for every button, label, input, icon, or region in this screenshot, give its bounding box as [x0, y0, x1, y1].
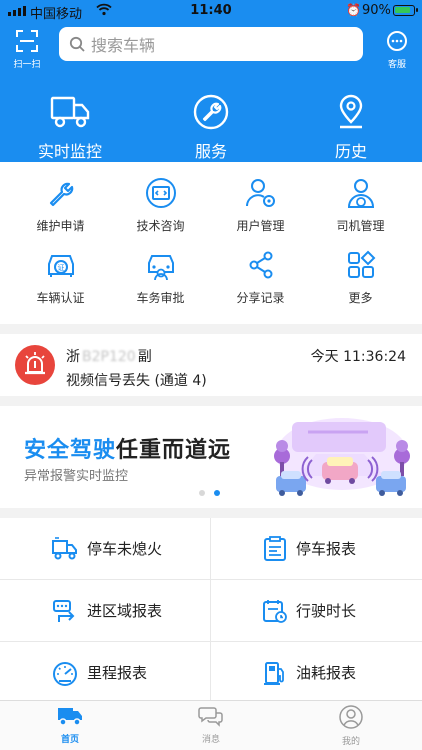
- truck-idle-icon: [52, 536, 77, 559]
- report-label: 油耗报表: [296, 664, 357, 682]
- grid-label: 车辆认证: [36, 291, 85, 305]
- banner-title-rest: 任重而道远: [116, 438, 232, 463]
- grid-item-driver-management[interactable]: 司机管理: [308, 176, 413, 234]
- report-list: 停车未熄火 停车报表 进区域报表 行驶时长 里程报表 油耗报表: [0, 518, 422, 702]
- more-apps-icon: [347, 250, 375, 278]
- location-pin-icon: [339, 94, 363, 129]
- search-placeholder: 搜索车辆: [91, 36, 156, 55]
- carousel-dot[interactable]: [199, 490, 205, 496]
- grid-label: 司机管理: [336, 219, 385, 233]
- banner-title: 安全驾驶任重而道远: [24, 432, 231, 464]
- banner-subtitle: 异常报警实时监控: [24, 469, 129, 484]
- area-entry-icon: [53, 599, 75, 622]
- report-label: 停车未熄火: [87, 540, 163, 558]
- nav-label: 服务: [194, 142, 227, 161]
- tab-label: 消息: [201, 735, 220, 745]
- driving-time-icon: [263, 599, 287, 623]
- banner-title-highlight: 安全驾驶: [24, 438, 117, 463]
- grid-item-user-management[interactable]: 用户管理: [208, 176, 313, 234]
- report-parking[interactable]: 停车报表: [211, 518, 422, 579]
- vehicle-plate: 浙 B2P120 副: [66, 346, 152, 366]
- tab-home[interactable]: 首页: [0, 705, 140, 745]
- nav-history[interactable]: 历史: [281, 94, 421, 162]
- plate-suffix: 副: [137, 349, 152, 365]
- scan-icon: [16, 30, 38, 52]
- scan-button[interactable]: 扫一扫: [8, 30, 46, 70]
- grid-item-maintenance[interactable]: 维护申请: [8, 176, 113, 234]
- report-idle-parking[interactable]: 停车未熄火: [0, 518, 211, 579]
- grid-label: 技术咨询: [136, 219, 185, 233]
- search-icon: [69, 36, 85, 52]
- car-certified-icon: 证: [47, 255, 74, 277]
- grid-item-share-records[interactable]: 分享记录: [208, 248, 313, 306]
- speedometer-icon: [53, 661, 77, 686]
- truck-icon: [50, 96, 90, 128]
- status-bar: 中国移动 11:40 ⏰ 90%: [0, 0, 422, 22]
- grid-item-tech-consult[interactable]: 技术咨询: [108, 176, 213, 234]
- grid-label: 维护申请: [36, 219, 85, 233]
- plate-prefix: 浙: [66, 349, 80, 365]
- report-fuel-consumption[interactable]: 油耗报表: [211, 642, 422, 703]
- nav-label: 实时监控: [37, 142, 102, 161]
- nav-realtime-monitor[interactable]: 实时监控: [0, 94, 140, 162]
- grid-item-vehicle-certification[interactable]: 证 车辆认证: [8, 248, 113, 306]
- alarm-notification[interactable]: 浙 B2P120 副 今天 11:36:24 视频信号丢失 (通道 4): [0, 334, 422, 396]
- grid-label: 车务审批: [136, 291, 185, 305]
- grid-label: 分享记录: [236, 291, 285, 305]
- battery-percent: 90%: [362, 3, 391, 18]
- car-approve-icon: [147, 255, 174, 281]
- header: 中国移动 11:40 ⏰ 90% 扫一扫 搜索车辆 客服 实时监控 服务 历史: [0, 0, 422, 162]
- report-label: 行驶时长: [296, 602, 357, 620]
- carousel-indicator[interactable]: [199, 490, 220, 496]
- tab-label: 我的: [341, 737, 360, 747]
- message-bubbles-icon: [198, 707, 223, 727]
- search-input[interactable]: 搜索车辆: [59, 27, 363, 61]
- parking-report-icon: [264, 535, 286, 561]
- driver-icon: [347, 179, 374, 208]
- alarm-time: 今天 11:36:24: [310, 349, 406, 365]
- svg-text:证: 证: [57, 264, 64, 272]
- code-window-icon: [145, 178, 176, 208]
- bottom-tab-bar: 首页 消息 我的: [0, 700, 422, 750]
- home-truck-icon: [58, 708, 82, 726]
- profile-icon: [339, 705, 363, 729]
- grid-item-more[interactable]: 更多: [308, 248, 413, 306]
- fuel-pump-icon: [264, 661, 284, 685]
- customer-service-button[interactable]: 客服: [378, 30, 416, 70]
- report-label: 里程报表: [87, 664, 148, 682]
- plate-number-blurred: B2P120: [82, 349, 136, 365]
- service-label: 客服: [387, 60, 406, 70]
- nav-service[interactable]: 服务: [141, 94, 281, 162]
- wrench-icon: [49, 182, 73, 207]
- function-grid: 维护申请 技术咨询 用户管理 司机管理 证 车辆认证 车务审批 分享记录 更多: [0, 162, 422, 324]
- report-label: 进区域报表: [87, 602, 163, 620]
- wrench-icon: [193, 94, 229, 130]
- report-label: 停车报表: [296, 540, 357, 558]
- headset-chat-icon: [387, 31, 407, 51]
- tab-profile[interactable]: 我的: [281, 705, 421, 747]
- report-area-entry[interactable]: 进区域报表: [0, 580, 211, 641]
- share-icon: [249, 251, 272, 279]
- banner-illustration: [274, 418, 410, 496]
- grid-item-vehicle-approval[interactable]: 车务审批: [108, 248, 213, 306]
- tab-messages[interactable]: 消息: [141, 705, 281, 745]
- alarm-message: 视频信号丢失 (通道 4): [66, 373, 207, 389]
- nav-label: 历史: [334, 142, 367, 161]
- user-gear-icon: [245, 179, 275, 207]
- report-mileage[interactable]: 里程报表: [0, 642, 211, 703]
- carousel-dot-active[interactable]: [214, 490, 220, 496]
- tab-label: 首页: [60, 735, 79, 745]
- alarm-siren-icon: [15, 345, 55, 385]
- promo-banner[interactable]: 安全驾驶任重而道远 异常报警实时监控: [0, 406, 422, 508]
- report-driving-time[interactable]: 行驶时长: [211, 580, 422, 641]
- scan-label: 扫一扫: [13, 60, 41, 70]
- grid-label: 更多: [348, 291, 373, 305]
- alarm-icon: ⏰: [346, 3, 361, 17]
- battery-icon: [393, 5, 418, 16]
- grid-label: 用户管理: [236, 219, 285, 233]
